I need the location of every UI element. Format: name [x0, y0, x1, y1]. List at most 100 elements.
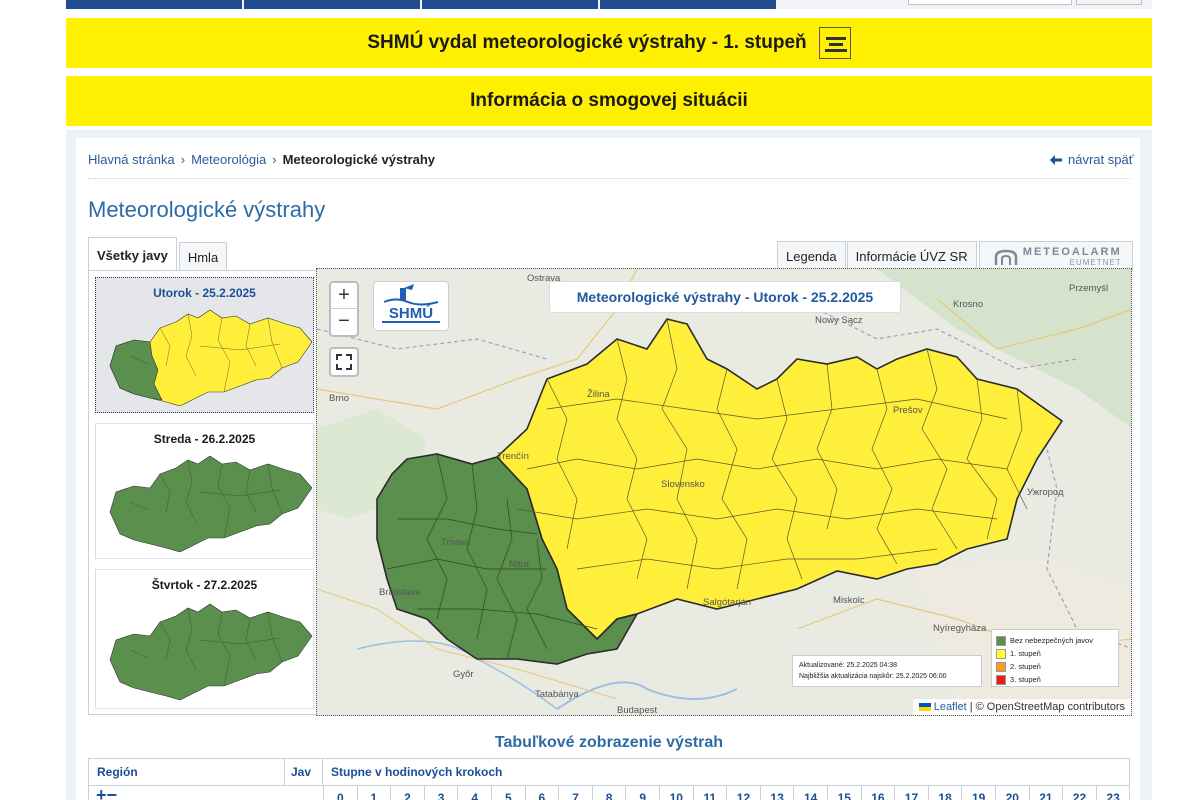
- nav-tab[interactable]: [66, 0, 242, 9]
- city-label: Krosno: [953, 299, 984, 310]
- day-card-thursday[interactable]: Štvrtok - 27.2.2025: [95, 569, 314, 709]
- hour-header: 22: [1062, 786, 1096, 800]
- hour-header: 5: [491, 786, 525, 800]
- breadcrumb-current: Meteorologické výstrahy: [282, 152, 436, 167]
- warning-map[interactable]: Ostrava Nowy Sącz Krosno Przemyśl Brno Ž…: [316, 268, 1132, 716]
- city-label: Salgótarján: [703, 597, 752, 608]
- city-label: Trnava: [441, 537, 471, 548]
- hour-header: 20: [995, 786, 1029, 800]
- fullscreen-icon: [336, 354, 352, 370]
- city-label: Ужгород: [1027, 487, 1064, 498]
- search-button[interactable]: [1076, 0, 1142, 5]
- svg-text:SHMÚ: SHMÚ: [389, 304, 433, 322]
- hour-header: 4: [457, 786, 491, 800]
- arrow-left-icon: [1050, 154, 1062, 165]
- map-attribution: Leaflet | © OpenStreetMap contributors: [912, 699, 1131, 715]
- update-info: Aktualizované: 25.2.2025 04:38 Najbližši…: [792, 655, 982, 687]
- back-link[interactable]: návrat späť: [1050, 152, 1134, 167]
- nav-tab[interactable]: [422, 0, 598, 9]
- phenomenon-tabs: Všetky javy Hmla: [88, 237, 228, 273]
- column-header-region: Región: [89, 759, 285, 785]
- meteoalarm-link[interactable]: METEOALARM EUMETNET: [978, 241, 1133, 271]
- zoom-control: + −: [329, 281, 359, 337]
- nav-tab[interactable]: [244, 0, 420, 9]
- hour-header: 11: [692, 786, 727, 800]
- city-label: Budapest: [617, 705, 658, 716]
- warning-banner[interactable]: SHMÚ vydal meteorologické výstrahy - 1. …: [66, 18, 1152, 68]
- hour-header: 9: [625, 786, 659, 800]
- day-label: Utorok - 25.2.2025: [153, 286, 256, 300]
- page-title: Meteorologické výstrahy: [88, 197, 326, 222]
- hour-header: 8: [591, 786, 626, 800]
- legend-item: 2. stupeň: [996, 660, 1114, 673]
- day-card-tuesday[interactable]: Utorok - 25.2.2025: [95, 277, 314, 413]
- breadcrumb: Hlavná stránka › Meteorológia › Meteorol…: [88, 152, 435, 167]
- eumetnet-label: EUMETNET: [1069, 257, 1122, 267]
- map-title: Meteorologické výstrahy - Utorok - 25.2.…: [549, 281, 901, 313]
- hour-header: 23: [1095, 786, 1130, 800]
- chevron-right-icon: ›: [180, 152, 186, 167]
- hour-header: 10: [659, 786, 693, 800]
- city-label: Nitra: [509, 559, 530, 570]
- warnings-table: Región Jav Stupne v hodinových krokoch +…: [88, 758, 1130, 800]
- hour-header: 1: [356, 786, 391, 800]
- next-update-time: Najbližšia aktualizácia najskôr: 25.2.20…: [799, 673, 947, 680]
- column-header-phenomenon: Jav: [285, 759, 323, 785]
- updated-time: Aktualizované: 25.2.2025 04:38: [799, 662, 898, 669]
- smog-banner-text: Informácia o smogovej situácii: [470, 90, 748, 111]
- day-label: Štvrtok - 27.2.2025: [151, 578, 258, 592]
- tab-all-phenomena[interactable]: Všetky javy: [88, 237, 177, 273]
- breadcrumb-section[interactable]: Meteorológia: [191, 152, 266, 167]
- zoom-out-button[interactable]: −: [331, 309, 357, 335]
- search-input[interactable]: [908, 0, 1072, 5]
- info-tabs: Legenda Informácie ÚVZ SR METEOALARM EUM…: [777, 241, 1133, 271]
- hour-header: 19: [961, 786, 995, 800]
- thumbnail-map: [109, 455, 312, 552]
- city-label: Nyíregyháza: [933, 623, 987, 634]
- fullscreen-button[interactable]: [329, 347, 359, 377]
- leaflet-link[interactable]: Leaflet: [934, 701, 967, 713]
- warning-level-icon: [818, 27, 851, 59]
- ukraine-flag-icon: [918, 703, 931, 711]
- legend-item: 1. stupeň: [996, 647, 1114, 660]
- hour-header: 6: [524, 786, 559, 800]
- hour-header: 16: [860, 786, 895, 800]
- thumbnail-map: [109, 603, 312, 700]
- city-label: Győr: [453, 669, 474, 680]
- nav-tab[interactable]: [600, 0, 776, 9]
- expand-collapse-button[interactable]: +−: [96, 786, 117, 800]
- tab-uvz-info[interactable]: Informácie ÚVZ SR: [846, 241, 977, 271]
- legend-item: Bez nebezpečných javov: [996, 634, 1114, 647]
- city-label: Nowy Sącz: [815, 315, 863, 326]
- hour-header: 14: [793, 786, 827, 800]
- tab-fog[interactable]: Hmla: [178, 242, 228, 272]
- breadcrumb-home[interactable]: Hlavná stránka: [88, 152, 175, 167]
- map-legend: Bez nebezpečných javov 1. stupeň 2. stup…: [991, 629, 1119, 687]
- hour-header: 15: [827, 786, 861, 800]
- hour-header: 21: [1028, 786, 1063, 800]
- shmu-logo[interactable]: SHMÚ: [373, 281, 449, 331]
- city-label: Trenčín: [497, 451, 529, 462]
- zoom-in-button[interactable]: +: [331, 283, 357, 309]
- hour-header: 3: [423, 786, 458, 800]
- top-navigation: [66, 0, 1152, 9]
- city-label: Przemyśl: [1069, 283, 1109, 294]
- warning-banner-text: SHMÚ vydal meteorologické výstrahy - 1. …: [367, 32, 807, 53]
- hour-header: 17: [894, 786, 928, 800]
- osm-attribution: | © OpenStreetMap contributors: [969, 701, 1125, 713]
- day-card-wednesday[interactable]: Streda - 26.2.2025: [95, 423, 314, 559]
- back-link-label: návrat späť: [1068, 152, 1134, 167]
- city-label: Žilina: [587, 389, 610, 400]
- city-label: Brno: [329, 393, 350, 404]
- city-label: Miskolc: [833, 595, 865, 606]
- city-label: Bratislava: [379, 587, 421, 598]
- hour-header: 2: [390, 786, 424, 800]
- shmu-logo-icon: SHMÚ: [380, 284, 442, 324]
- table-title: Tabuľkové zobrazenie výstrah: [494, 734, 724, 751]
- smog-banner[interactable]: Informácia o smogovej situácii: [66, 76, 1152, 126]
- city-label: Tatabánya: [535, 689, 579, 700]
- tab-legend[interactable]: Legenda: [777, 241, 846, 271]
- legend-item: 3. stupeň: [996, 673, 1114, 686]
- city-label: Slovensko: [661, 479, 705, 490]
- meteoalarm-label: METEOALARM: [1022, 245, 1122, 258]
